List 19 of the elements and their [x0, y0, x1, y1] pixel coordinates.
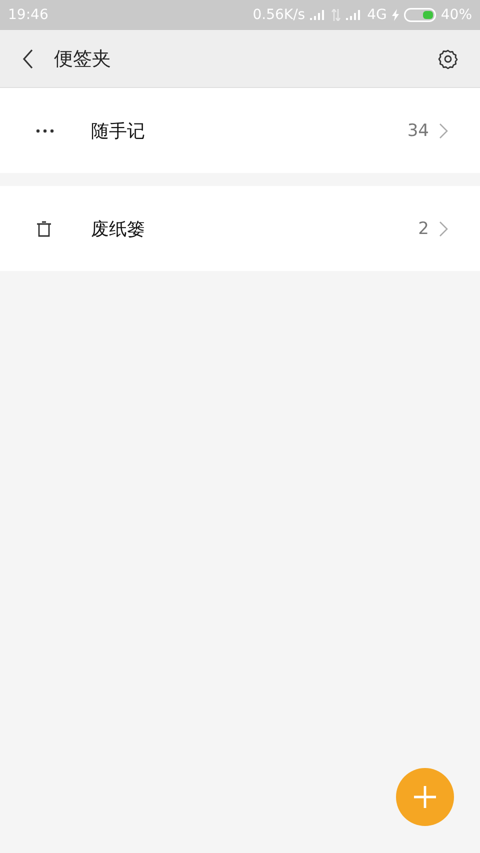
note-count: 34: [407, 120, 429, 140]
signal-icon: [346, 10, 362, 20]
page-title: 便签夹: [54, 46, 112, 72]
folder-item[interactable]: 随手记 34: [0, 88, 480, 173]
charging-icon: [392, 9, 399, 21]
settings-icon[interactable]: [438, 48, 458, 68]
signal-icon: [310, 10, 326, 20]
note-count: 2: [418, 218, 429, 238]
battery-icon: [404, 8, 436, 22]
folder-name: 随手记: [91, 120, 146, 142]
plus-icon: [413, 785, 437, 809]
back-icon[interactable]: [22, 48, 34, 68]
chevron-icon: [439, 122, 448, 138]
folder-name: 废纸篓: [91, 218, 146, 240]
data-transfer-icon: [331, 9, 342, 21]
folder-item[interactable]: 废纸篓 2: [0, 186, 480, 271]
more-icon: [36, 128, 54, 132]
trash-icon: [36, 220, 52, 236]
chevron-icon: [439, 220, 448, 236]
